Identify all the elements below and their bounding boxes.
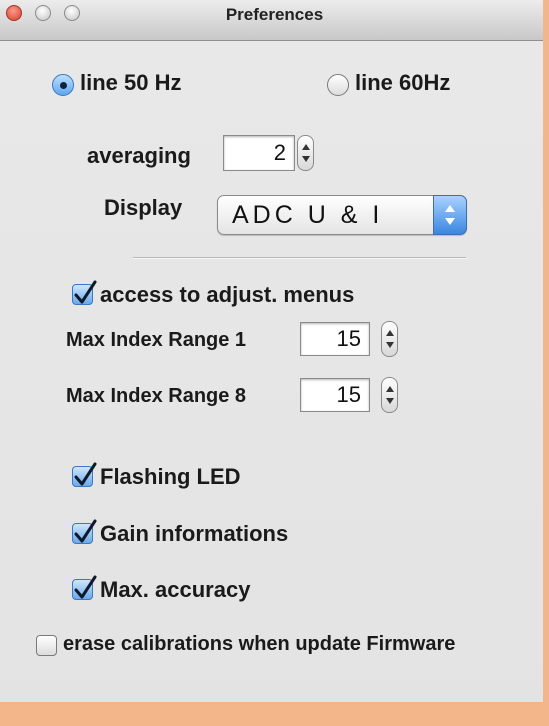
checkmark-icon <box>74 575 97 599</box>
preferences-window: Preferences line 50 Hz line 60Hz averagi… <box>0 0 549 726</box>
popup-arrows-icon[interactable] <box>433 195 467 235</box>
display-label: Display <box>104 195 183 220</box>
window-title: Preferences <box>225 5 324 24</box>
stepper-down-icon[interactable] <box>386 342 394 348</box>
index-range-8-label: Max Index Range 8 <box>66 385 247 407</box>
adjust-menus-checkbox[interactable] <box>72 280 97 305</box>
max-accuracy-label[interactable]: Max. accuracy <box>100 577 250 603</box>
stepper-down-icon[interactable] <box>302 156 310 162</box>
radio-line-60hz-label[interactable]: line 60Hz <box>355 70 450 96</box>
adjust-menus-label[interactable]: access to adjust. menus <box>100 282 354 308</box>
radio-line-50hz-label[interactable]: line 50 Hz <box>80 70 181 96</box>
window-frame-right <box>543 0 549 726</box>
flashing-led-checkbox[interactable] <box>72 462 97 487</box>
index-range-8-field[interactable]: 15 <box>300 378 370 412</box>
averaging-label: averaging <box>87 143 191 168</box>
stepper-up-icon[interactable] <box>386 386 394 392</box>
checkmark-icon <box>74 462 97 486</box>
index-range-1-label: Max Index Range 1 <box>66 329 247 351</box>
index-range-1-field[interactable]: 15 <box>300 322 370 356</box>
radio-line-50hz[interactable] <box>52 74 74 96</box>
separator <box>133 257 466 259</box>
stepper-up-icon[interactable] <box>302 144 310 150</box>
max-accuracy-checkbox[interactable] <box>72 575 97 600</box>
checkmark-icon <box>74 519 97 543</box>
stepper-up-icon[interactable] <box>386 330 394 336</box>
index-range-8-stepper[interactable] <box>381 377 398 413</box>
display-selected-value: ADC U & I <box>232 201 384 229</box>
radio-line-60hz[interactable] <box>327 74 349 96</box>
title-bar[interactable]: Preferences <box>0 0 549 41</box>
averaging-field[interactable]: 2 <box>223 135 295 171</box>
gain-informations-checkbox[interactable] <box>72 519 97 544</box>
index-range-1-stepper[interactable] <box>381 321 398 357</box>
display-popup-button[interactable]: ADC U & I <box>217 195 467 235</box>
stepper-down-icon[interactable] <box>386 398 394 404</box>
flashing-led-label[interactable]: Flashing LED <box>100 464 241 490</box>
gain-informations-label[interactable]: Gain informations <box>100 521 288 547</box>
window-frame-bottom <box>0 702 549 726</box>
erase-calibrations-label[interactable]: erase calibrations when update Firmware <box>63 633 455 656</box>
checkmark-icon <box>74 280 97 304</box>
erase-calibrations-checkbox[interactable] <box>36 635 57 656</box>
preferences-panel: line 50 Hz line 60Hz averaging 2 Display… <box>0 41 549 726</box>
averaging-stepper[interactable] <box>297 135 314 171</box>
